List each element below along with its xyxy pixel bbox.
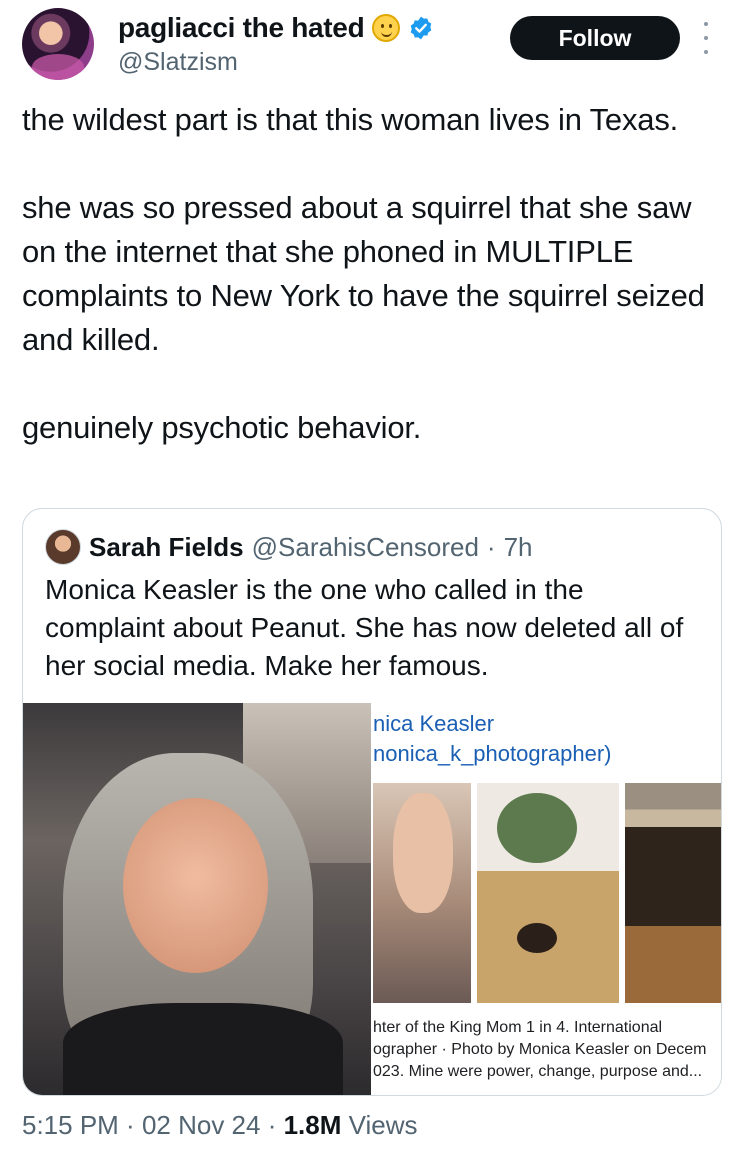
quoted-tweet-media[interactable]: nica Keasler nonica_k_photographer) hter…	[23, 703, 721, 1095]
tweet-header: pagliacci the hated @Slatzism Follow	[0, 0, 743, 90]
tweet-paragraph-1: the wildest part is that this woman live…	[22, 102, 679, 137]
tweet-footer: 5:15 PM · 02 Nov 24 · 1.8M Views	[22, 1110, 418, 1141]
caption-line-3: 023. Mine were power, change, purpose an…	[373, 1063, 703, 1080]
screenshot-profile-handle: nonica_k_photographer)	[373, 741, 612, 766]
tweet-text: the wildest part is that this woman live…	[22, 98, 722, 450]
verified-badge-icon	[411, 16, 432, 40]
smiling-face-icon	[372, 14, 401, 42]
author-avatar[interactable]	[22, 8, 94, 80]
more-vertical-icon[interactable]	[700, 22, 712, 54]
tweet-time[interactable]: 5:15 PM	[22, 1110, 119, 1140]
photo-shirt	[63, 1003, 343, 1095]
tweet-paragraph-3: genuinely psychotic behavior.	[22, 410, 422, 445]
screenshot-thumbnail-plant	[477, 783, 619, 1003]
caption-line-2: ographer · Photo by Monica Keasler on De…	[373, 1041, 707, 1058]
footer-separator: ·	[118, 1110, 142, 1140]
screenshot-thumbnail-jar	[625, 783, 721, 1003]
author-name-row: pagliacci the hated	[118, 12, 434, 44]
media-photo-search-screenshot[interactable]: nica Keasler nonica_k_photographer) hter…	[373, 703, 721, 1095]
caption-line-1: hter of the King Mom 1 in 4. Internation…	[373, 1019, 663, 1036]
author-display-name[interactable]: pagliacci the hated	[118, 12, 365, 44]
media-photo-portrait[interactable]	[23, 703, 371, 1095]
tweet-date[interactable]: 02 Nov 24	[142, 1110, 261, 1140]
quoted-author-avatar	[45, 529, 81, 565]
views-count: 1.8M	[283, 1110, 342, 1140]
quoted-tweet-age: 7h	[503, 531, 533, 562]
author-handle[interactable]: @Slatzism	[118, 48, 238, 77]
quoted-author-name: Sarah Fields	[89, 531, 244, 562]
views-label: Views	[341, 1110, 418, 1140]
screenshot-profile-name: nica Keasler	[373, 711, 495, 736]
quoted-tweet-header: Sarah Fields @SarahisCensored · 7h	[45, 529, 533, 565]
quoted-author-handle: @SarahisCensored	[251, 531, 479, 562]
footer-separator: ·	[260, 1110, 284, 1140]
quoted-tweet-card[interactable]: Sarah Fields @SarahisCensored · 7h Monic…	[22, 508, 722, 1096]
photo-face	[123, 798, 268, 973]
quoted-tweet-text: Monica Keasler is the one who called in …	[45, 574, 684, 681]
quoted-meta-separator: ·	[486, 531, 496, 562]
tweet-paragraph-2: she was so pressed about a squirrel that…	[22, 190, 705, 357]
screenshot-thumbnail-selfie	[373, 783, 471, 1003]
screenshot-caption: hter of the King Mom 1 in 4. Internation…	[373, 1017, 721, 1083]
follow-button[interactable]: Follow	[510, 16, 680, 60]
